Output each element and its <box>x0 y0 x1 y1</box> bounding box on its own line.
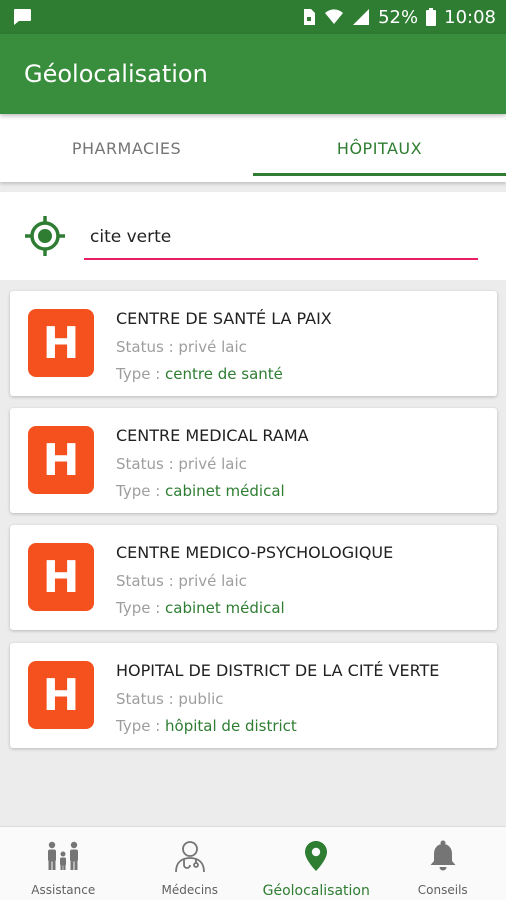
tab-label: HÔPITAUX <box>336 138 423 158</box>
message-notification-icon <box>12 8 32 26</box>
nav-label: Assistance <box>31 883 96 897</box>
bottom-navigation: Assistance Médecins Géolocalisation Cons… <box>0 826 506 900</box>
hospital-type: Type : cabinet médical <box>116 599 285 617</box>
nav-geolocalisation[interactable]: Géolocalisation <box>253 827 380 900</box>
clock: 10:08 <box>444 6 496 28</box>
nav-label: Conseils <box>417 883 468 897</box>
doctor-icon <box>173 839 207 873</box>
hospital-status: Status : public <box>116 690 224 708</box>
bell-icon <box>429 839 457 873</box>
hospital-card[interactable]: H CENTRE DE SANTÉ LA PAIX Status : privé… <box>10 291 497 396</box>
nav-label: Géolocalisation <box>262 883 370 899</box>
type-value: cabinet médical <box>165 482 285 500</box>
hospital-name: CENTRE MEDICAL RAMA <box>116 426 309 445</box>
hospital-type: Type : cabinet médical <box>116 482 285 500</box>
hospital-card[interactable]: H HOPITAL DE DISTRICT DE LA CITÉ VERTE S… <box>10 643 497 748</box>
hospital-name: CENTRE MEDICO-PSYCHOLOGIQUE <box>116 543 394 562</box>
tab-label: PHARMACIES <box>71 138 182 158</box>
type-label: Type : <box>116 599 166 617</box>
type-value: cabinet médical <box>165 599 285 617</box>
app-bar: Géolocalisation <box>0 34 506 114</box>
wifi-icon <box>324 8 344 26</box>
type-label: Type : <box>116 717 166 735</box>
status-bar: 52% 10:08 <box>0 0 506 34</box>
signal-icon <box>352 8 370 26</box>
location-pin-icon <box>304 839 328 873</box>
family-icon <box>45 839 81 873</box>
nav-assistance[interactable]: Assistance <box>0 827 127 900</box>
battery-percent: 52% <box>378 6 419 28</box>
tab-hopitaux[interactable]: HÔPITAUX <box>253 114 506 182</box>
hospital-status: Status : privé laic <box>116 572 247 590</box>
hospital-name: CENTRE DE SANTÉ LA PAIX <box>116 309 332 328</box>
sim-lock-icon <box>302 8 316 26</box>
tab-bar: PHARMACIES HÔPITAUX <box>0 114 506 182</box>
search-bar <box>0 192 506 280</box>
nav-conseils[interactable]: Conseils <box>380 827 506 900</box>
hospital-status: Status : privé laic <box>116 455 247 473</box>
locate-me-icon[interactable] <box>24 215 66 257</box>
type-value: centre de santé <box>165 365 283 383</box>
nav-label: Médecins <box>161 883 219 897</box>
hospital-status: Status : privé laic <box>116 338 247 356</box>
hospital-card[interactable]: H CENTRE MEDICO-PSYCHOLOGIQUE Status : p… <box>10 525 497 630</box>
hospital-icon: H <box>28 426 94 494</box>
hospital-type: Type : centre de santé <box>116 365 283 383</box>
app-title: Géolocalisation <box>24 60 208 88</box>
hospital-type: Type : hôpital de district <box>116 717 297 735</box>
search-input[interactable] <box>84 216 478 260</box>
nav-medecins[interactable]: Médecins <box>127 827 254 900</box>
type-label: Type : <box>116 482 166 500</box>
hospital-name: HOPITAL DE DISTRICT DE LA CITÉ VERTE <box>116 661 440 680</box>
hospital-card[interactable]: H CENTRE MEDICAL RAMA Status : privé lai… <box>10 408 497 513</box>
type-value: hôpital de district <box>165 717 297 735</box>
tab-pharmacies[interactable]: PHARMACIES <box>0 114 253 182</box>
hospital-icon: H <box>28 661 94 729</box>
type-label: Type : <box>116 365 166 383</box>
hospital-icon: H <box>28 543 94 611</box>
battery-icon <box>426 8 437 26</box>
hospital-icon: H <box>28 309 94 377</box>
